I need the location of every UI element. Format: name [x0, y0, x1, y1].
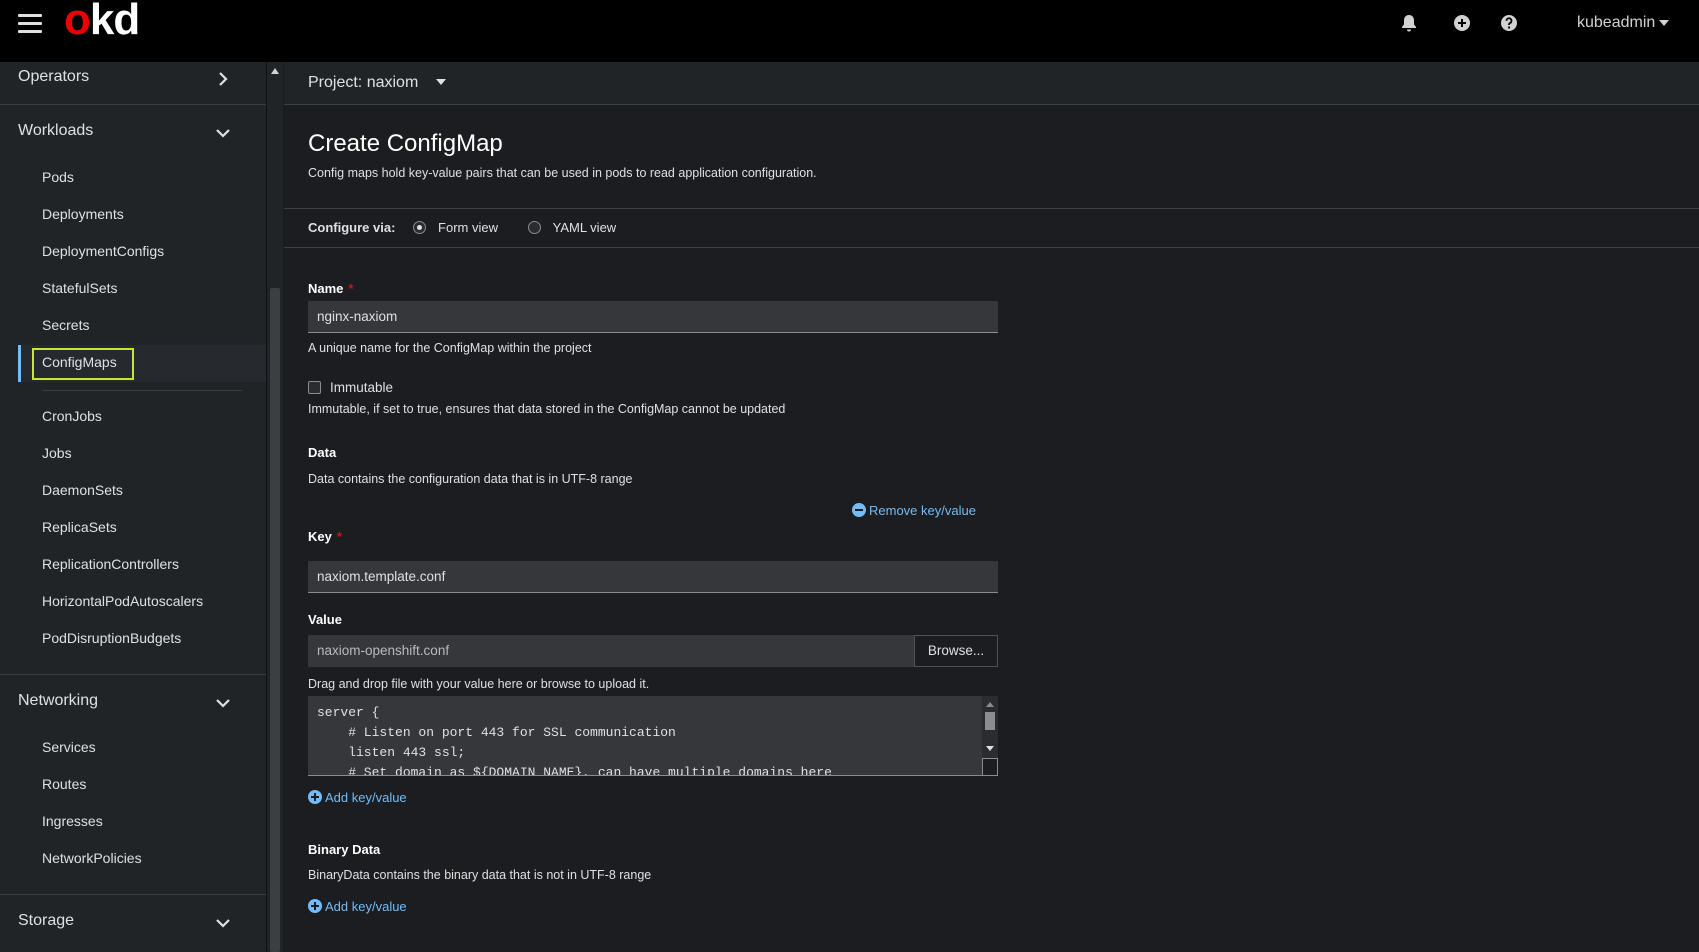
configure-via-label: Configure via: [308, 220, 396, 235]
hamburger-menu-icon[interactable] [18, 14, 42, 34]
project-selector[interactable]: Project: naxiom [308, 74, 418, 92]
remove-key-value-button[interactable]: Remove key/value [852, 503, 976, 518]
name-input[interactable]: nginx-naxiom [308, 301, 998, 333]
sidebar-item-ingresses[interactable]: Ingresses [42, 813, 103, 829]
section-divider [284, 247, 1699, 248]
okd-logo[interactable]: okd [64, 0, 140, 42]
form-view-label[interactable]: Form view [438, 220, 498, 235]
scroll-up-arrow-icon[interactable] [271, 68, 279, 74]
name-label-text: Name [308, 281, 344, 296]
sidebar-item-pods[interactable]: Pods [42, 169, 74, 185]
sidebar-item-poddisruptionbudgets[interactable]: PodDisruptionBudgets [42, 630, 181, 646]
caret-down-icon [1659, 19, 1670, 26]
yaml-view-radio[interactable] [527, 221, 541, 234]
active-indicator [18, 345, 21, 382]
nav-group-storage[interactable]: Storage [0, 912, 266, 930]
sidebar-item-networkpolicies[interactable]: NetworkPolicies [42, 850, 142, 866]
binary-add-key-value-button[interactable]: Add key/value [284, 899, 407, 914]
nav-group-operators[interactable]: Operators [0, 68, 266, 86]
form-view-radio[interactable] [413, 221, 427, 234]
add-key-value-label: Add key/value [325, 790, 407, 805]
key-label: Key * [308, 529, 342, 544]
page-description: Config maps hold key-value pairs that ca… [308, 166, 817, 180]
nav-divider [0, 674, 266, 675]
sidebar-item-services[interactable]: Services [42, 739, 96, 755]
immutable-checkbox[interactable] [308, 381, 321, 394]
nav-divider [0, 104, 266, 105]
nav-sub-divider [42, 390, 242, 391]
name-label: Name * [308, 281, 353, 296]
user-name: kubeadmin [1577, 14, 1656, 31]
required-asterisk: * [348, 281, 354, 296]
data-label: Data [308, 445, 337, 460]
sidebar-item-secrets[interactable]: Secrets [42, 317, 89, 333]
configure-via: Configure via: Form view YAML view [308, 220, 642, 235]
scrollbar-thumb[interactable] [985, 712, 995, 730]
nav-group-label: Storage [18, 912, 75, 929]
plus-circle-icon [308, 790, 322, 804]
nav-group-networking[interactable]: Networking [0, 692, 266, 710]
sidebar-item-horizontalpodautoscalers[interactable]: HorizontalPodAutoscalers [42, 593, 203, 609]
value-content[interactable]: server { # Listen on port 443 for SSL co… [308, 696, 998, 775]
textarea-scrollbar[interactable] [982, 696, 998, 775]
sidebar-item-jobs[interactable]: Jobs [42, 445, 72, 461]
section-divider [284, 208, 1699, 209]
chevron-right-icon [219, 72, 228, 86]
binary-add-key-value-label: Add key/value [325, 899, 407, 914]
scroll-up-arrow-icon[interactable] [986, 702, 994, 707]
value-helper-text: Drag and drop file with your value here … [308, 677, 650, 691]
sidebar-item-statefulsets[interactable]: StatefulSets [42, 280, 118, 296]
scrollbar-thumb[interactable] [270, 288, 280, 952]
sidebar-item-deployments[interactable]: Deployments [42, 206, 124, 222]
main-content: Project: naxiom Create ConfigMap Config … [284, 62, 1699, 952]
name-helper-text: A unique name for the ConfigMap within t… [308, 341, 592, 355]
caret-down-icon[interactable] [436, 79, 446, 85]
bell-icon[interactable] [1399, 13, 1419, 33]
help-icon[interactable] [1499, 13, 1519, 33]
sidebar-item-daemonsets[interactable]: DaemonSets [42, 482, 123, 498]
key-label-text: Key [308, 529, 332, 544]
nav-divider [0, 894, 266, 895]
sidebar-nav: Operators Workloads Pods Deployments Dep… [0, 62, 266, 952]
resize-grip-icon[interactable] [982, 758, 998, 775]
key-input[interactable]: naxiom.template.conf [308, 561, 998, 593]
minus-circle-icon [852, 503, 866, 517]
user-menu[interactable]: kubeadmin [1577, 14, 1670, 32]
required-asterisk: * [336, 529, 342, 544]
plus-circle-icon[interactable] [1452, 13, 1472, 33]
nav-group-workloads[interactable]: Workloads [0, 122, 266, 140]
sidebar-item-deploymentconfigs[interactable]: DeploymentConfigs [42, 243, 164, 259]
immutable-helper-text: Immutable, if set to true, ensures that … [308, 402, 786, 416]
nav-group-label: Workloads [18, 122, 94, 139]
sidebar-item-replicasets[interactable]: ReplicaSets [42, 519, 117, 535]
remove-key-value-label: Remove key/value [869, 503, 976, 518]
project-bar: Project: naxiom [284, 62, 1699, 105]
binary-data-label: Binary Data [308, 842, 381, 857]
yaml-view-label[interactable]: YAML view [553, 220, 617, 235]
page-title: Create ConfigMap [308, 130, 503, 157]
scroll-down-arrow-icon[interactable] [986, 746, 994, 751]
sidebar-scrollbar[interactable] [266, 62, 283, 952]
value-label: Value [308, 612, 342, 627]
nav-group-label: Operators [18, 68, 90, 85]
chevron-down-icon [216, 699, 230, 708]
sidebar-item-replicationcontrollers[interactable]: ReplicationControllers [42, 556, 179, 572]
plus-circle-icon [308, 899, 322, 913]
sidebar-item-cronjobs[interactable]: CronJobs [42, 408, 102, 424]
browse-button[interactable]: Browse... [914, 635, 998, 667]
value-filename-input[interactable]: naxiom-openshift.conf [308, 635, 914, 667]
sidebar-item-routes[interactable]: Routes [42, 776, 86, 792]
immutable-label[interactable]: Immutable [330, 380, 393, 395]
data-helper-text: Data contains the configuration data tha… [308, 472, 633, 486]
chevron-down-icon [216, 129, 230, 138]
chevron-down-icon [216, 919, 230, 928]
sidebar-item-configmaps[interactable]: ConfigMaps [42, 354, 117, 370]
add-key-value-button[interactable]: Add key/value [284, 790, 407, 805]
nav-group-label: Networking [18, 692, 99, 709]
value-textarea[interactable]: server { # Listen on port 443 for SSL co… [308, 696, 998, 776]
binary-data-helper-text: BinaryData contains the binary data that… [308, 868, 652, 882]
masthead: okd kubeadmin [0, 0, 1699, 62]
